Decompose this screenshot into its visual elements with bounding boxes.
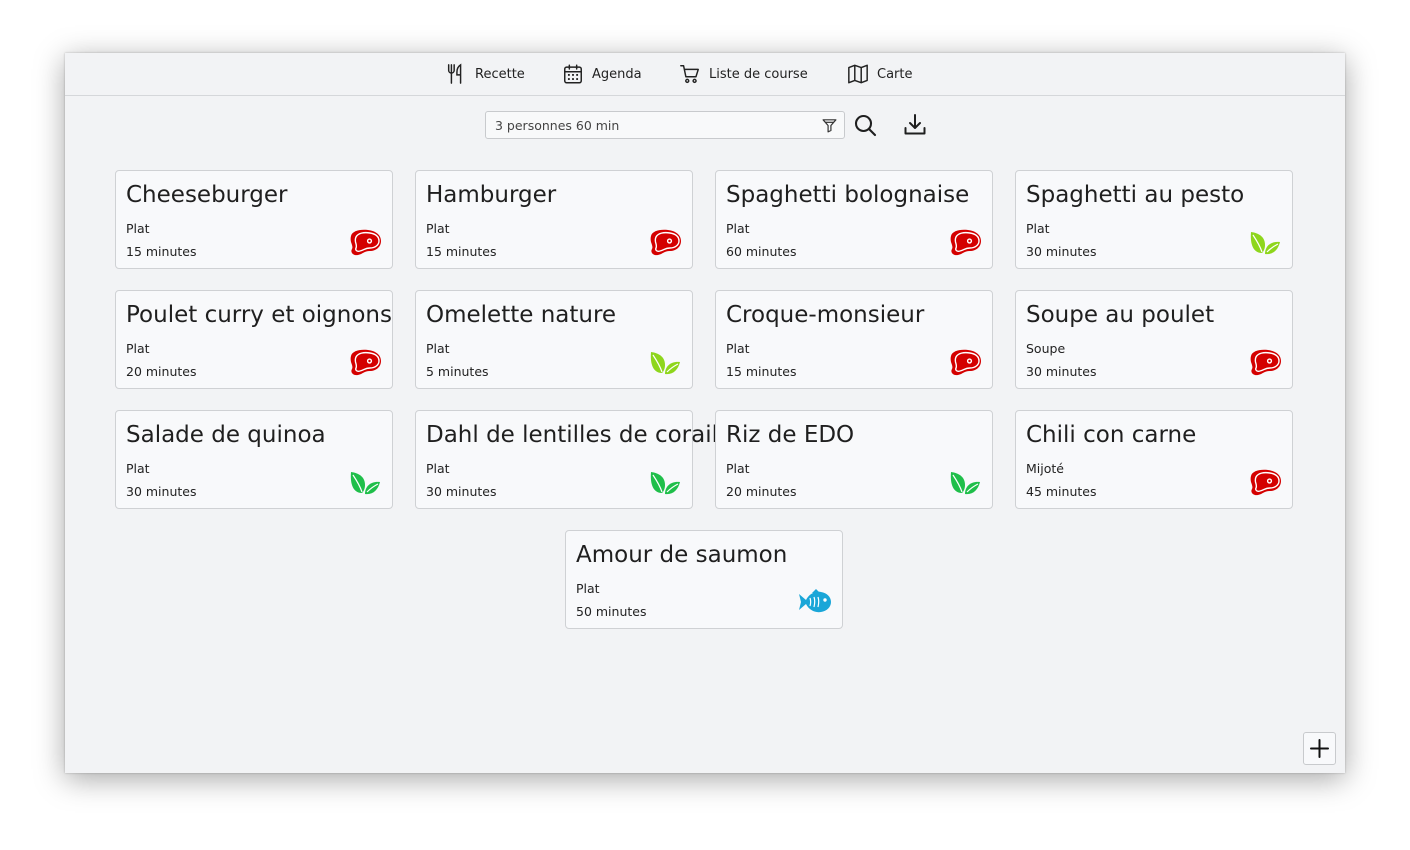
recipe-card[interactable]: Spaghetti au pesto Plat 30 minutes bbox=[1015, 170, 1293, 269]
download-icon[interactable] bbox=[902, 112, 928, 138]
meat-icon bbox=[948, 228, 982, 256]
recipe-card[interactable]: Spaghetti bolognaise Plat 60 minutes bbox=[715, 170, 993, 269]
recipe-duration: 30 minutes bbox=[426, 484, 497, 499]
recipe-category: Plat bbox=[726, 221, 750, 236]
recipe-duration: 45 minutes bbox=[1026, 484, 1097, 499]
recipe-title: Cheeseburger bbox=[126, 182, 288, 208]
recipe-card[interactable]: Amour de saumon Plat 50 minutes bbox=[565, 530, 843, 629]
nav-label: Recette bbox=[475, 66, 525, 82]
recipe-category: Plat bbox=[726, 341, 750, 356]
recipe-title: Spaghetti au pesto bbox=[1026, 182, 1245, 208]
recipe-duration: 15 minutes bbox=[426, 244, 497, 259]
meat-icon bbox=[348, 348, 382, 376]
recipe-card[interactable]: Salade de quinoa Plat 30 minutes bbox=[115, 410, 393, 509]
nav-item-agenda[interactable]: Agenda bbox=[562, 62, 642, 86]
recipe-category: Plat bbox=[576, 581, 600, 596]
search-toolbar bbox=[65, 111, 1345, 139]
recipe-category: Plat bbox=[1026, 221, 1050, 236]
recipe-duration: 30 minutes bbox=[1026, 364, 1097, 379]
recipe-card[interactable]: Dahl de lentilles de corail Plat 30 minute… bbox=[415, 410, 718, 509]
fork-knife-icon bbox=[447, 63, 462, 84]
nav-label: Agenda bbox=[592, 66, 642, 82]
recipe-title: Dahl de lentilles de corail bbox=[426, 422, 719, 448]
nav-item-recette[interactable]: Recette bbox=[445, 62, 525, 86]
recipe-card[interactable]: Hamburger Plat 15 minutes bbox=[415, 170, 693, 269]
recipe-category: Soupe bbox=[1026, 341, 1066, 356]
recipe-card[interactable]: Soupe au poulet Soupe 30 minutes bbox=[1015, 290, 1293, 389]
leaf-icon bbox=[648, 468, 682, 496]
recipe-duration: 15 minutes bbox=[726, 364, 797, 379]
recipe-category: Plat bbox=[726, 461, 750, 476]
recipe-title: Croque-monsieur bbox=[726, 302, 925, 328]
leaf-icon bbox=[348, 468, 382, 496]
meat-icon bbox=[1248, 468, 1282, 496]
recipe-title: Soupe au poulet bbox=[1026, 302, 1215, 328]
search-input[interactable] bbox=[486, 112, 815, 138]
meat-icon bbox=[348, 228, 382, 256]
search-field bbox=[485, 111, 845, 139]
nav-label: Liste de course bbox=[709, 66, 808, 82]
recipe-category: Plat bbox=[126, 461, 150, 476]
recipe-title: Chili con carne bbox=[1026, 422, 1197, 448]
recipe-card[interactable]: Riz de EDO Plat 20 minutes bbox=[715, 410, 993, 509]
recipe-title: Amour de saumon bbox=[576, 542, 788, 568]
app-window: Recette Agenda Liste de course Carte 3 p… bbox=[65, 53, 1345, 773]
recipe-card[interactable]: Cheeseburger Plat 15 minutes bbox=[115, 170, 393, 269]
recipe-duration: 20 minutes bbox=[126, 364, 197, 379]
meat-icon bbox=[948, 348, 982, 376]
top-navigation: Recette Agenda Liste de course Carte bbox=[65, 53, 1345, 96]
recipe-duration: 5 minutes bbox=[426, 364, 489, 379]
recipe-title: Salade de quinoa bbox=[126, 422, 326, 448]
recipe-duration: 20 minutes bbox=[726, 484, 797, 499]
recipe-category: Plat bbox=[126, 341, 150, 356]
leaf-light-icon bbox=[1248, 228, 1282, 256]
leaf-icon bbox=[948, 468, 982, 496]
leaf-light-icon bbox=[648, 348, 682, 376]
nav-item-liste-de-course[interactable]: Liste de course bbox=[679, 62, 808, 86]
nav-label: Carte bbox=[877, 66, 913, 82]
recipe-title: Riz de EDO bbox=[726, 422, 855, 448]
recipe-card[interactable]: Omelette nature Plat 5 minutes bbox=[415, 290, 693, 389]
meat-icon bbox=[648, 228, 682, 256]
fish-icon bbox=[798, 588, 832, 616]
recipe-title: Hamburger bbox=[426, 182, 557, 208]
recipe-card[interactable]: Chili con carne Mijoté 45 minutes bbox=[1015, 410, 1293, 509]
recipe-title: Omelette nature bbox=[426, 302, 617, 328]
recipe-category: Plat bbox=[426, 341, 450, 356]
recipe-duration: 30 minutes bbox=[1026, 244, 1097, 259]
recipe-card[interactable]: Poulet curry et oignons Plat 20 minutes bbox=[115, 290, 393, 389]
recipe-category: Plat bbox=[426, 221, 450, 236]
cart-icon bbox=[680, 65, 699, 84]
recipe-category: Plat bbox=[126, 221, 150, 236]
recipe-duration: 15 minutes bbox=[126, 244, 197, 259]
recipe-duration: 50 minutes bbox=[576, 604, 647, 619]
recipe-card[interactable]: Croque-monsieur Plat 15 minutes bbox=[715, 290, 993, 389]
map-icon bbox=[848, 64, 868, 84]
recipe-category: Mijoté bbox=[1026, 461, 1064, 476]
add-recipe-button[interactable] bbox=[1303, 732, 1336, 765]
nav-item-carte[interactable]: Carte bbox=[847, 62, 912, 86]
recipe-title: Spaghetti bolognaise bbox=[726, 182, 970, 208]
recipe-duration: 60 minutes bbox=[726, 244, 797, 259]
recipe-title: Poulet curry et oignons bbox=[126, 302, 392, 328]
search-icon[interactable] bbox=[852, 112, 878, 138]
recipe-duration: 30 minutes bbox=[126, 484, 197, 499]
recipe-category: Plat bbox=[426, 461, 450, 476]
meat-icon bbox=[1248, 348, 1282, 376]
calendar-icon bbox=[564, 64, 582, 84]
plus-icon bbox=[1310, 739, 1329, 758]
filter-icon[interactable] bbox=[821, 117, 838, 134]
